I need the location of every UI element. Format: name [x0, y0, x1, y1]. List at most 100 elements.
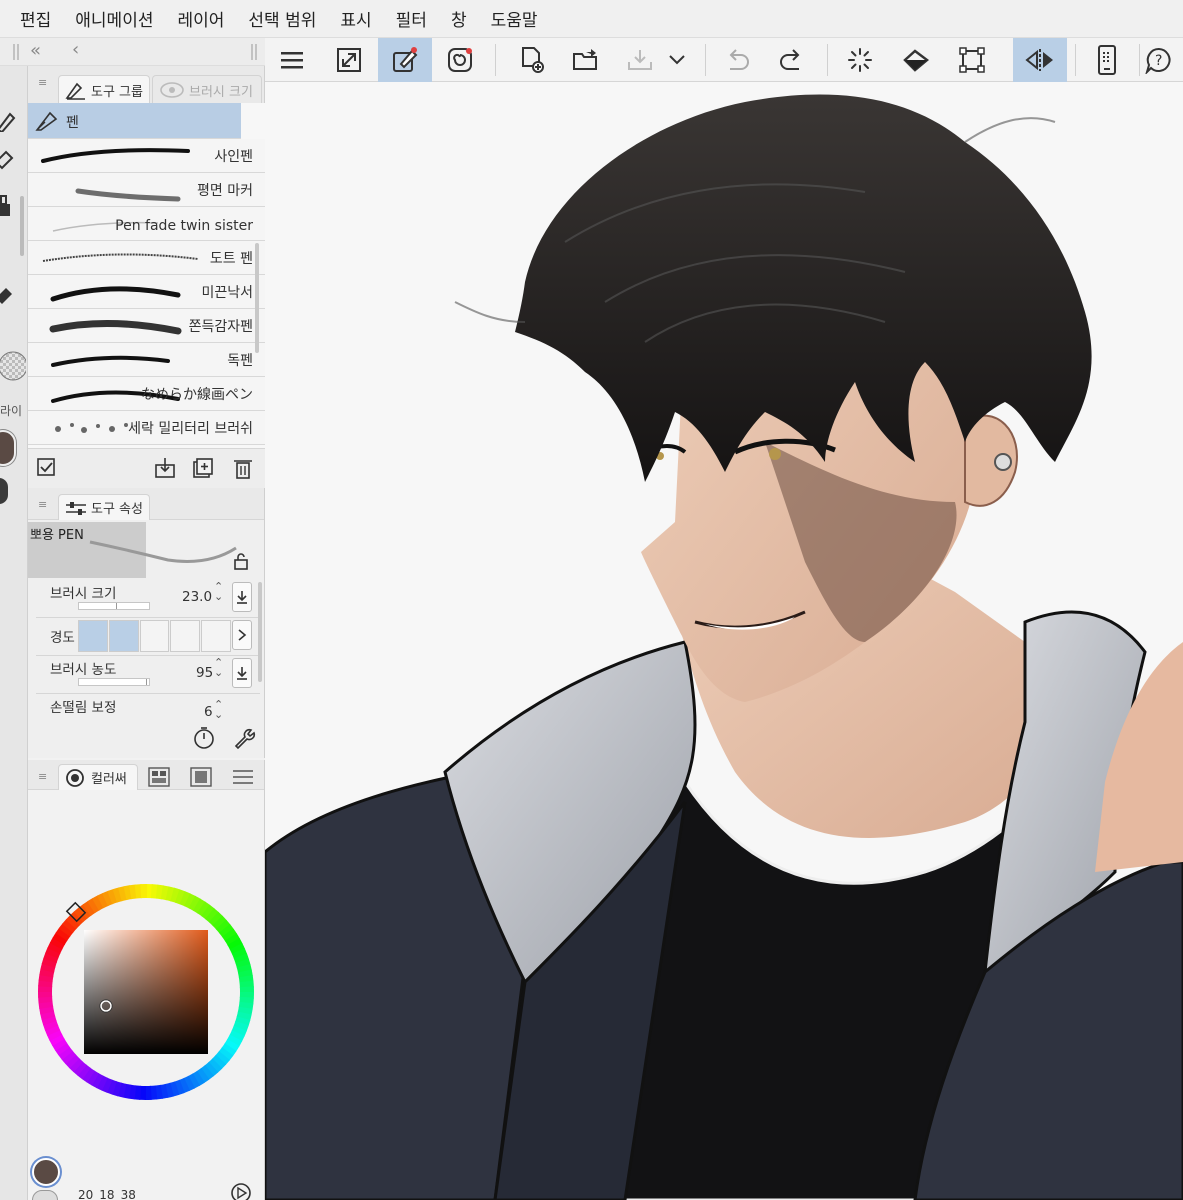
- background-color-swatch[interactable]: [32, 1190, 58, 1200]
- brush-item[interactable]: 세락 밀리터리 브러쉬: [28, 411, 265, 445]
- brush-item[interactable]: 독펜: [28, 343, 265, 377]
- wrench-icon[interactable]: [232, 726, 256, 750]
- spiral-button[interactable]: [433, 38, 487, 82]
- help-button[interactable]: ?: [1145, 38, 1183, 82]
- menu-window[interactable]: 창: [449, 4, 469, 33]
- hardness-step[interactable]: [108, 620, 139, 652]
- loading-button[interactable]: [833, 38, 887, 82]
- undo-button[interactable]: [710, 38, 764, 82]
- trash-icon[interactable]: [232, 457, 254, 479]
- smartphone-button[interactable]: [1080, 38, 1134, 82]
- grip-icon[interactable]: [250, 44, 258, 60]
- stroke-preview-icon: [50, 286, 181, 302]
- hardness-step[interactable]: [78, 620, 108, 652]
- brush-size-download-button[interactable]: [232, 582, 252, 612]
- tool-strip-scrollbar[interactable]: [20, 196, 24, 256]
- hardness-step[interactable]: [201, 620, 231, 652]
- brush-item[interactable]: 미끈낙서: [28, 275, 265, 309]
- eraser-icon[interactable]: [0, 150, 14, 172]
- tab-tool-property[interactable]: 도구 속성: [58, 494, 150, 520]
- property-scrollbar[interactable]: [258, 582, 262, 682]
- save-options-dropdown[interactable]: [657, 38, 697, 82]
- flip-horizontal-button[interactable]: [1013, 38, 1067, 82]
- new-file-button[interactable]: [505, 38, 559, 82]
- sub-tool-detail-icon[interactable]: [232, 767, 254, 787]
- fill-icon: [903, 49, 930, 72]
- redo-button[interactable]: [765, 38, 819, 82]
- panel-grip-icon[interactable]: ≡: [38, 498, 48, 511]
- hardness-step[interactable]: [139, 620, 170, 652]
- stroke-preview-icon: [51, 355, 170, 367]
- color-wheel[interactable]: [28, 874, 264, 1110]
- hardness-selector[interactable]: [78, 620, 232, 652]
- transparent-color-icon[interactable]: [0, 348, 26, 384]
- grip-icon[interactable]: [12, 44, 20, 60]
- stabilizer-label: 손떨림 보정: [50, 700, 117, 716]
- fullscreen-button[interactable]: [322, 38, 376, 82]
- panel-grip-icon[interactable]: ≡: [38, 76, 48, 89]
- hue-ring-segment[interactable]: [140, 884, 148, 899]
- brush-item[interactable]: 평면 마커: [28, 173, 265, 207]
- open-file-button[interactable]: [559, 38, 613, 82]
- brush-item[interactable]: 도트 펜: [28, 241, 265, 275]
- brush-density-slider[interactable]: [78, 678, 150, 686]
- stroke-preview-icon: [42, 253, 198, 262]
- menu-layer[interactable]: 레이어: [175, 4, 226, 33]
- pen-tool-button[interactable]: [378, 38, 432, 82]
- hardness-next-button[interactable]: [232, 620, 252, 650]
- brush-preview-stroke: [89, 540, 237, 563]
- brush-list-scrollbar[interactable]: [255, 243, 259, 353]
- brush-group-label: 펜: [66, 115, 79, 131]
- stopwatch-icon[interactable]: [192, 726, 216, 750]
- help-icon: ?: [1145, 47, 1171, 74]
- brush-density-download-button[interactable]: [232, 658, 252, 688]
- brush-item[interactable]: 쫀득감자펜: [28, 309, 265, 343]
- menu-filter[interactable]: 필터: [394, 4, 429, 33]
- tab-brush-size[interactable]: 브러시 크기: [152, 75, 262, 104]
- brush-density-value: 95: [196, 665, 214, 681]
- menu-animation[interactable]: 애니메이션: [73, 4, 155, 33]
- main-color-swatch[interactable]: [0, 430, 16, 466]
- play-icon[interactable]: [230, 1182, 252, 1200]
- hardness-step[interactable]: [170, 620, 201, 652]
- brush-density-spinner-icon[interactable]: ⌃ ⌄: [214, 657, 223, 678]
- brush-item[interactable]: 사인펜: [28, 139, 265, 173]
- brush-group-pen[interactable]: 펜: [28, 103, 241, 139]
- stabilizer-spinner-icon[interactable]: ⌃ ⌄: [214, 699, 223, 720]
- transform-icon: [959, 47, 985, 73]
- tab-tool-group-label: 도구 그룹: [91, 84, 143, 100]
- menu-view[interactable]: 표시: [338, 4, 373, 33]
- brush-item[interactable]: Pen fade twin sister: [28, 207, 265, 241]
- tab-tool-group[interactable]: 도구 그룹: [58, 75, 150, 104]
- current-color-swatch[interactable]: [32, 1158, 60, 1186]
- tool-group-footer: [28, 448, 265, 488]
- lock-icon[interactable]: [232, 552, 250, 570]
- color-set-icon[interactable]: [148, 767, 170, 787]
- menu-button[interactable]: [265, 38, 319, 82]
- panel-grip-icon[interactable]: ≡: [38, 770, 48, 783]
- selection-tool-icon[interactable]: [0, 286, 14, 308]
- fullscreen-icon: [337, 48, 361, 72]
- menu-help[interactable]: 도움말: [489, 4, 540, 33]
- collapse-left-icon[interactable]: ‹: [72, 39, 79, 60]
- collapse-left-double-icon[interactable]: «: [30, 40, 41, 61]
- ear-piercing: [994, 453, 1012, 471]
- transform-button[interactable]: [945, 38, 999, 82]
- add-icon[interactable]: [192, 457, 214, 479]
- chevron-right-icon: [238, 629, 247, 641]
- brush-size-slider-fill: [79, 603, 117, 609]
- fill-button[interactable]: [889, 38, 943, 82]
- brush-size-slider[interactable]: [78, 602, 150, 610]
- checkbox-icon[interactable]: [36, 457, 58, 479]
- brush-size-spinner-icon[interactable]: ⌃ ⌄: [214, 581, 223, 602]
- drawing-canvas[interactable]: [265, 82, 1183, 1200]
- sub-color-swatch[interactable]: [0, 478, 8, 504]
- pen-icon[interactable]: [0, 110, 16, 132]
- menu-selection[interactable]: 선택 범위: [246, 4, 318, 33]
- menu-edit[interactable]: 편집: [18, 4, 53, 33]
- brush-item[interactable]: なめらか線画ペン: [28, 377, 265, 411]
- tab-color-wheel[interactable]: 컬러써: [58, 764, 138, 790]
- film-icon[interactable]: [190, 767, 212, 787]
- bucket-icon[interactable]: [0, 194, 14, 218]
- import-icon[interactable]: [154, 457, 176, 479]
